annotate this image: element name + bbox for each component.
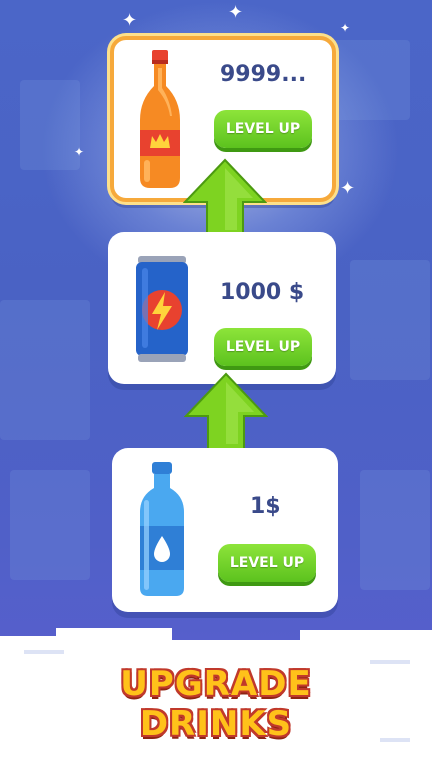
sparkle-icon: ✦ [340,21,351,35]
sparkle-icon: ✦ [228,2,244,23]
level-up-button[interactable]: LEVEL UP [214,328,312,366]
sparkle-icon: ✦ [74,145,85,159]
upgrade-arrow-icon [183,158,267,237]
drink-price: 9999... [220,62,307,87]
banner-title-line1: UPGRADE [120,664,312,704]
banner-title-line2: DRINKS [139,704,293,744]
drink-price: 1$ [250,494,281,519]
drink-price: 1000 $ [220,280,305,305]
drink-card-energy: 1000 $ LEVEL UP [108,232,336,384]
upgrade-arrow-icon [184,372,268,451]
level-up-button[interactable]: LEVEL UP [218,544,316,582]
energy-can-icon [136,256,188,362]
cola-bottle-icon [140,50,180,188]
level-up-button[interactable]: LEVEL UP [214,110,312,148]
sparkle-icon: ✦ [122,10,138,31]
water-bottle-icon [140,462,184,596]
drink-card-water: 1$ LEVEL UP [112,448,338,612]
sparkle-icon: ✦ [340,178,356,199]
